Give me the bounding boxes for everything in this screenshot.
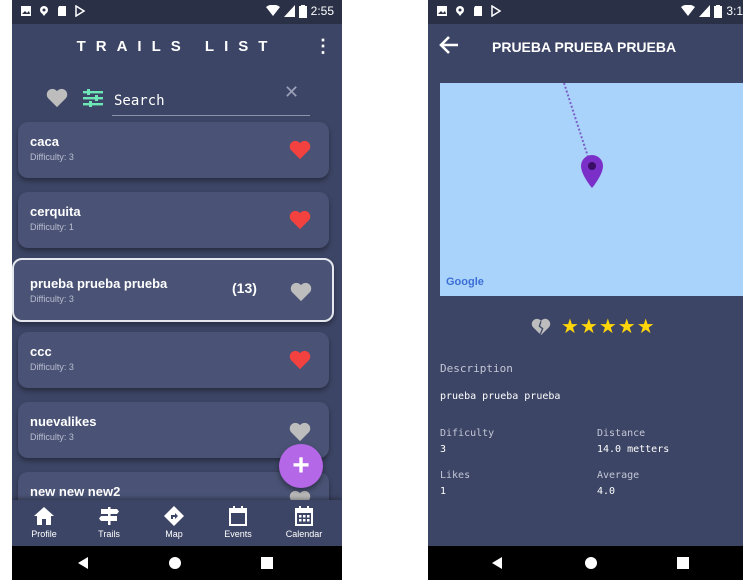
- trail-card-selected[interactable]: prueba prueba prueba Difficulty: 3 (13): [12, 258, 334, 322]
- battery-icon: [714, 4, 723, 18]
- heart-icon[interactable]: [290, 282, 312, 302]
- google-logo: Google: [446, 276, 484, 288]
- nav-label: Map: [165, 529, 183, 539]
- status-bar: 2:55: [12, 0, 342, 24]
- filter-icon[interactable]: [82, 88, 104, 108]
- heart-icon[interactable]: [289, 140, 311, 160]
- heart-icon[interactable]: [289, 350, 311, 370]
- likes-value: 1: [440, 486, 447, 497]
- wifi-icon: [681, 5, 696, 16]
- signal-icon: [699, 5, 711, 17]
- sd-card-icon: [474, 6, 482, 16]
- description-label: Description: [440, 362, 513, 375]
- nav-label: Events: [224, 529, 252, 539]
- likes-count: (13): [232, 280, 257, 296]
- wifi-icon: [265, 5, 280, 16]
- gallery-icon: [21, 6, 31, 16]
- trail-difficulty: Difficulty: 3: [30, 294, 74, 304]
- trail-detail-screen: 3:1 PRUEBA PRUEBA PRUEBA Google ★★★★★ De…: [428, 0, 743, 580]
- trail-name: prueba prueba prueba: [30, 276, 168, 291]
- page-title: TRAILS LIST: [76, 38, 278, 55]
- nav-item-events[interactable]: Events: [208, 506, 268, 539]
- map-attribution: Google: [446, 276, 484, 288]
- likes-label: Likes: [440, 470, 471, 481]
- trail-name: nuevalikes: [30, 414, 97, 429]
- difficulty-value: 3: [440, 444, 447, 455]
- signpost-icon: [99, 507, 119, 525]
- trail-card[interactable]: cerquita Difficulty: 1: [18, 192, 329, 248]
- bottom-navigation: Profile Trails Map Events Calendar: [12, 500, 342, 546]
- difficulty-label: Dificulty: [440, 428, 495, 439]
- more-options-icon[interactable]: ⋮: [314, 36, 332, 57]
- trail-difficulty: Difficulty: 3: [30, 362, 74, 372]
- sd-card-icon: [58, 6, 66, 16]
- trail-name: ccc: [30, 344, 52, 359]
- trail-name: cerquita: [30, 204, 81, 219]
- search-row: ✕: [12, 82, 342, 118]
- nav-label: Profile: [31, 529, 57, 539]
- recents-icon[interactable]: [260, 556, 274, 570]
- trail-map[interactable]: Google: [440, 83, 743, 296]
- trail-name: new new new2: [30, 484, 121, 499]
- nav-label: Trails: [98, 529, 120, 539]
- nav-item-calendar[interactable]: Calendar: [274, 506, 334, 539]
- back-icon[interactable]: [76, 556, 90, 570]
- top-bar: TRAILS LIST ⋮: [12, 24, 342, 70]
- calendar-icon: [229, 506, 247, 526]
- home-circle-icon[interactable]: [584, 556, 598, 570]
- nav-label: Calendar: [285, 529, 323, 539]
- trail-difficulty: Difficulty: 3: [30, 432, 74, 442]
- map-marker-icon[interactable]: [580, 155, 604, 189]
- distance-label: Distance: [597, 428, 646, 439]
- broken-heart-icon[interactable]: [531, 318, 551, 336]
- play-icon: [491, 5, 502, 17]
- search-input[interactable]: [112, 86, 310, 116]
- trail-difficulty: Difficulty: 3: [30, 152, 74, 162]
- status-time: 2:55: [310, 4, 334, 18]
- status-bar: 3:1: [428, 0, 743, 24]
- star-rating[interactable]: ★★★★★: [561, 314, 656, 339]
- trail-title: PRUEBA PRUEBA PRUEBA: [492, 39, 677, 55]
- top-bar: PRUEBA PRUEBA PRUEBA: [428, 24, 743, 70]
- play-icon: [75, 5, 86, 17]
- favorites-filter-heart-icon[interactable]: [46, 88, 68, 108]
- home-icon: [34, 507, 54, 525]
- directions-icon: [164, 506, 184, 526]
- location-icon: [40, 6, 48, 16]
- description-text: prueba prueba prueba: [440, 391, 561, 402]
- gallery-icon: [437, 6, 447, 16]
- trail-card[interactable]: ccc Difficulty: 3: [18, 332, 329, 388]
- recents-icon[interactable]: [676, 556, 690, 570]
- back-icon[interactable]: [490, 556, 504, 570]
- add-trail-button[interactable]: +: [279, 444, 323, 488]
- heart-icon[interactable]: [289, 422, 311, 442]
- trails-list-screen: 2:55 TRAILS LIST ⋮ ✕ caca Difficulty: 3 …: [12, 0, 342, 580]
- trail-difficulty: Difficulty: 1: [30, 222, 74, 232]
- clear-search-icon[interactable]: ✕: [284, 82, 299, 103]
- calendar-grid-icon: [295, 506, 313, 526]
- signal-icon: [283, 5, 295, 17]
- location-icon: [456, 6, 464, 16]
- nav-item-trails[interactable]: Trails: [79, 506, 139, 539]
- nav-item-profile[interactable]: Profile: [14, 506, 74, 539]
- heart-icon[interactable]: [289, 210, 311, 230]
- average-label: Average: [597, 470, 640, 481]
- route-line: [563, 83, 591, 164]
- trail-card[interactable]: nuevalikes Difficulty: 3: [18, 402, 329, 458]
- home-circle-icon[interactable]: [168, 556, 182, 570]
- battery-icon: [298, 4, 307, 18]
- average-value: 4.0: [597, 486, 616, 497]
- trail-name: caca: [30, 134, 59, 149]
- status-time: 3:1: [726, 4, 743, 18]
- back-arrow-icon[interactable]: [438, 34, 460, 56]
- nav-item-map[interactable]: Map: [144, 506, 204, 539]
- system-navigation-bar: [428, 546, 743, 580]
- distance-value: 14.0 metters: [597, 444, 670, 455]
- system-navigation-bar: [12, 546, 342, 580]
- trail-card[interactable]: caca Difficulty: 3: [18, 122, 329, 178]
